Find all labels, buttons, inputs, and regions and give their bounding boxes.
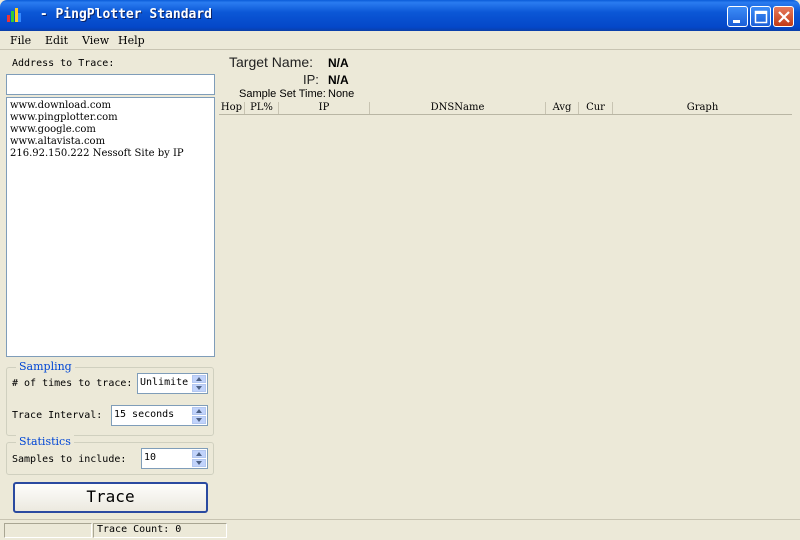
menu-help[interactable]: Help: [118, 34, 145, 47]
trace-button[interactable]: Trace: [13, 482, 208, 513]
address-list[interactable]: www.download.com www.pingplotter.com www…: [6, 97, 215, 357]
samples-stepper[interactable]: 10: [141, 448, 208, 469]
results-grid-header: Hop PL% IP DNSName Avg Cur Graph: [219, 101, 792, 115]
column-avg[interactable]: Avg: [546, 102, 579, 114]
ip-label: IP:: [303, 72, 319, 87]
app-icon: [7, 8, 21, 22]
list-item[interactable]: www.download.com: [10, 100, 211, 112]
menu-bar: File Edit View Help: [0, 31, 800, 50]
spin-down-icon[interactable]: [192, 416, 206, 424]
close-icon: [778, 11, 790, 23]
address-input[interactable]: [6, 74, 215, 95]
spin-up-icon[interactable]: [192, 407, 206, 415]
menu-file[interactable]: File: [10, 34, 31, 47]
column-hop[interactable]: Hop: [219, 102, 245, 114]
spin-up-icon[interactable]: [192, 450, 206, 458]
sampling-title: Sampling: [16, 360, 75, 373]
times-to-trace-label: # of times to trace:: [12, 378, 133, 389]
minimize-icon: [733, 20, 740, 23]
trace-interval-value: 15 seconds: [114, 409, 175, 420]
maximize-button[interactable]: [750, 6, 771, 27]
samples-value: 10: [144, 452, 157, 463]
spin-up-icon[interactable]: [192, 375, 206, 383]
column-pl[interactable]: PL%: [245, 102, 279, 114]
times-to-trace-value: Unlimite: [140, 377, 189, 388]
trace-count: Trace Count: 0: [97, 524, 182, 535]
statistics-title: Statistics: [16, 435, 74, 448]
menu-view[interactable]: View: [82, 34, 109, 47]
list-item[interactable]: www.google.com: [10, 124, 211, 136]
column-ip[interactable]: IP: [279, 102, 370, 114]
address-label: Address to Trace:: [12, 58, 115, 69]
maximize-icon: [754, 10, 768, 24]
trace-interval-label: Trace Interval:: [12, 410, 103, 421]
close-button[interactable]: [773, 6, 794, 27]
column-cur[interactable]: Cur: [579, 102, 613, 114]
trace-interval-stepper[interactable]: 15 seconds: [111, 405, 208, 426]
minimize-button[interactable]: [727, 6, 748, 27]
column-dnsname[interactable]: DNSName: [370, 102, 546, 114]
times-to-trace-stepper[interactable]: Unlimite: [137, 373, 208, 394]
ip-value: N/A: [328, 73, 349, 87]
status-bar: Trace Count: 0: [0, 519, 800, 540]
spin-down-icon[interactable]: [192, 459, 206, 467]
spin-down-icon[interactable]: [192, 384, 206, 392]
list-item[interactable]: 216.92.150.222 Nessoft Site by IP: [10, 148, 211, 160]
sample-set-time-label: Sample Set Time:: [239, 88, 326, 100]
sample-set-time-value: None: [328, 88, 355, 100]
target-name-value: N/A: [328, 56, 349, 70]
list-item[interactable]: www.pingplotter.com: [10, 112, 211, 124]
window-title: - PingPlotter Standard: [32, 7, 213, 22]
title-bar[interactable]: - PingPlotter Standard: [0, 0, 800, 31]
menu-edit[interactable]: Edit: [45, 34, 68, 47]
status-pane: [4, 523, 92, 538]
samples-label: Samples to include:: [12, 454, 127, 465]
list-item[interactable]: www.altavista.com: [10, 136, 211, 148]
column-graph[interactable]: Graph: [613, 102, 792, 114]
target-name-label: Target Name:: [229, 54, 314, 70]
